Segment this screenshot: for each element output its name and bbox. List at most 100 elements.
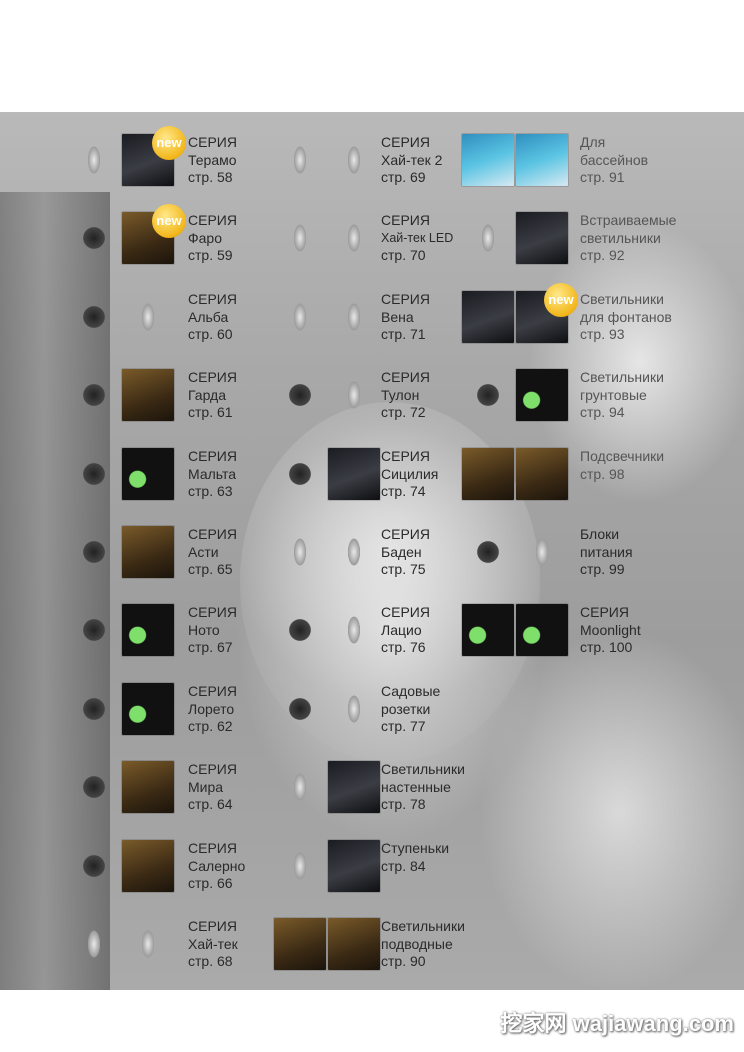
catalog-entry[interactable]: Светильники грунтовые стр. 94 bbox=[462, 369, 664, 429]
entry-label: СЕРИЯ Мира стр. 64 bbox=[188, 761, 237, 814]
entry-page: стр. 69 bbox=[381, 169, 426, 185]
product-thumbnail bbox=[68, 918, 120, 970]
catalog-entry[interactable]: СЕРИЯ Мира стр. 64 bbox=[68, 761, 268, 821]
entry-label: Светильники подводные стр. 90 bbox=[381, 918, 465, 971]
entry-page: стр. 100 bbox=[580, 639, 633, 655]
catalog-entry[interactable]: СЕРИЯ Хай-тек 2 стр. 69 bbox=[274, 134, 474, 194]
catalog-entry[interactable]: Светильники настенные стр. 78 bbox=[274, 761, 474, 821]
product-thumbnail bbox=[68, 369, 120, 421]
entry-title: СЕРИЯ bbox=[381, 291, 430, 307]
entry-label: Светильники для фонтанов стр. 93 bbox=[580, 291, 672, 344]
catalog-entry[interactable]: Светильники подводные стр. 90 bbox=[274, 918, 474, 978]
product-photo bbox=[328, 683, 380, 735]
entry-page: стр. 75 bbox=[381, 561, 426, 577]
entry-name: бассейнов bbox=[580, 151, 649, 168]
entry-page: стр. 71 bbox=[381, 326, 426, 342]
product-photo bbox=[328, 291, 380, 343]
entry-label: Встраиваемые светильники стр. 92 bbox=[580, 212, 676, 265]
entry-title: СЕРИЯ bbox=[188, 604, 237, 620]
product-thumbnail bbox=[274, 918, 326, 970]
catalog-entry[interactable]: СЕРИЯ Хай-тек LED стр. 70 bbox=[274, 212, 474, 272]
catalog-entry[interactable]: СЕРИЯ Альба стр. 60 bbox=[68, 291, 268, 351]
catalog-entry[interactable]: СЕРИЯ Moonlight стр. 100 bbox=[462, 604, 662, 664]
catalog-entry[interactable]: СЕРИЯ Тулон стр. 72 bbox=[274, 369, 474, 429]
catalog-entry[interactable]: new СЕРИЯ Фаро стр. 59 bbox=[68, 204, 268, 272]
product-thumbnail bbox=[462, 291, 514, 343]
product-thumbnail bbox=[68, 840, 120, 892]
product-photo bbox=[328, 761, 380, 813]
entry-page: стр. 93 bbox=[580, 326, 625, 342]
product-thumbnail bbox=[68, 604, 120, 656]
product-thumbnail bbox=[68, 134, 120, 186]
catalog-entry[interactable]: СЕРИЯ Мальта стр. 63 bbox=[68, 448, 268, 508]
product-thumbnail bbox=[274, 761, 326, 813]
entry-page: стр. 61 bbox=[188, 404, 233, 420]
entry-label: СЕРИЯ Сицилия стр. 74 bbox=[381, 448, 438, 501]
product-photo bbox=[328, 448, 380, 500]
entry-page: стр. 65 bbox=[188, 561, 233, 577]
catalog-entry[interactable]: СЕРИЯ Ното стр. 67 bbox=[68, 604, 268, 664]
entry-name: Сицилия bbox=[381, 465, 439, 482]
catalog-entry[interactable]: Блоки питания стр. 99 bbox=[462, 526, 662, 586]
catalog-entry[interactable]: СЕРИЯ Гарда стр. 61 bbox=[68, 369, 268, 429]
product-thumbnail bbox=[462, 212, 514, 264]
catalog-entry[interactable]: Встраиваемые светильники стр. 92 bbox=[462, 212, 676, 272]
product-photo bbox=[516, 526, 568, 578]
catalog-entry[interactable]: СЕРИЯ Асти стр. 65 bbox=[68, 526, 268, 586]
product-photo bbox=[122, 683, 174, 735]
entry-label: СЕРИЯ Баден стр. 75 bbox=[381, 526, 430, 579]
product-thumbnail bbox=[68, 526, 120, 578]
product-thumbnail bbox=[274, 448, 326, 500]
entry-title: Подсвечники bbox=[580, 448, 665, 464]
entry-title: СЕРИЯ bbox=[381, 604, 430, 620]
entry-name: питания bbox=[580, 543, 633, 560]
product-thumbnail bbox=[274, 291, 326, 343]
product-photo bbox=[328, 604, 380, 656]
catalog-entry[interactable]: new СЕРИЯ Терамо стр. 58 bbox=[68, 126, 268, 194]
catalog-entry[interactable]: СЕРИЯ Хай-тек стр. 68 bbox=[68, 918, 268, 978]
product-photo bbox=[328, 369, 380, 421]
product-thumbnail bbox=[68, 761, 120, 813]
entry-page: стр. 92 bbox=[580, 247, 625, 263]
entry-label: СЕРИЯ Альба стр. 60 bbox=[188, 291, 237, 344]
catalog-entry[interactable]: Подсвечники стр. 98 bbox=[462, 448, 665, 508]
entry-page: стр. 77 bbox=[381, 718, 426, 734]
catalog-entry[interactable]: СЕРИЯ Салерно стр. 66 bbox=[68, 840, 268, 900]
entry-title: Садовые bbox=[381, 683, 441, 699]
entry-page: стр. 67 bbox=[188, 639, 233, 655]
entry-title: СЕРИЯ bbox=[188, 212, 237, 228]
entry-title: СЕРИЯ bbox=[188, 448, 237, 464]
entry-page: стр. 63 bbox=[188, 483, 233, 499]
product-photo bbox=[328, 212, 380, 264]
entry-label: СЕРИЯ Салерно стр. 66 bbox=[188, 840, 245, 893]
catalog-entry[interactable]: Садовые розетки стр. 77 bbox=[274, 683, 474, 743]
product-photo bbox=[122, 526, 174, 578]
entry-label: СЕРИЯ Гарда стр. 61 bbox=[188, 369, 237, 422]
entry-label: СЕРИЯ Хай-тек 2 стр. 69 bbox=[381, 134, 442, 187]
catalog-entry[interactable]: СЕРИЯ Баден стр. 75 bbox=[274, 526, 474, 586]
entry-label: Блоки питания стр. 99 bbox=[580, 526, 633, 579]
entry-name: розетки bbox=[381, 700, 431, 717]
catalog-entry[interactable]: Ступеньки стр. 84 bbox=[274, 840, 474, 900]
entry-name: Лорето bbox=[188, 700, 235, 717]
entry-page: стр. 76 bbox=[381, 639, 426, 655]
product-photo bbox=[122, 448, 174, 500]
entry-label: Светильники грунтовые стр. 94 bbox=[580, 369, 664, 422]
catalog-entry[interactable]: new Светильники для фонтанов стр. 93 bbox=[462, 283, 672, 351]
entry-page: стр. 66 bbox=[188, 875, 233, 891]
entry-title: Для bbox=[580, 134, 606, 150]
entry-name: Moonlight bbox=[580, 621, 641, 638]
catalog-entry[interactable]: СЕРИЯ Лацио стр. 76 bbox=[274, 604, 474, 664]
entry-title: Ступеньки bbox=[381, 840, 450, 856]
entry-name: Хай-тек bbox=[188, 935, 238, 952]
product-thumbnail bbox=[462, 526, 514, 578]
product-thumbnail bbox=[274, 526, 326, 578]
entry-label: СЕРИЯ Хай-тек стр. 68 bbox=[188, 918, 238, 971]
entry-page: стр. 78 bbox=[381, 796, 426, 812]
catalog-entry[interactable]: СЕРИЯ Лорето стр. 62 bbox=[68, 683, 268, 743]
catalog-entry[interactable]: СЕРИЯ Сицилия стр. 74 bbox=[274, 448, 474, 508]
catalog-entry[interactable]: СЕРИЯ Вена стр. 71 bbox=[274, 291, 474, 351]
entry-title: СЕРИЯ bbox=[580, 604, 629, 620]
product-photo bbox=[122, 761, 174, 813]
catalog-entry[interactable]: Для бассейнов стр. 91 bbox=[462, 134, 662, 194]
